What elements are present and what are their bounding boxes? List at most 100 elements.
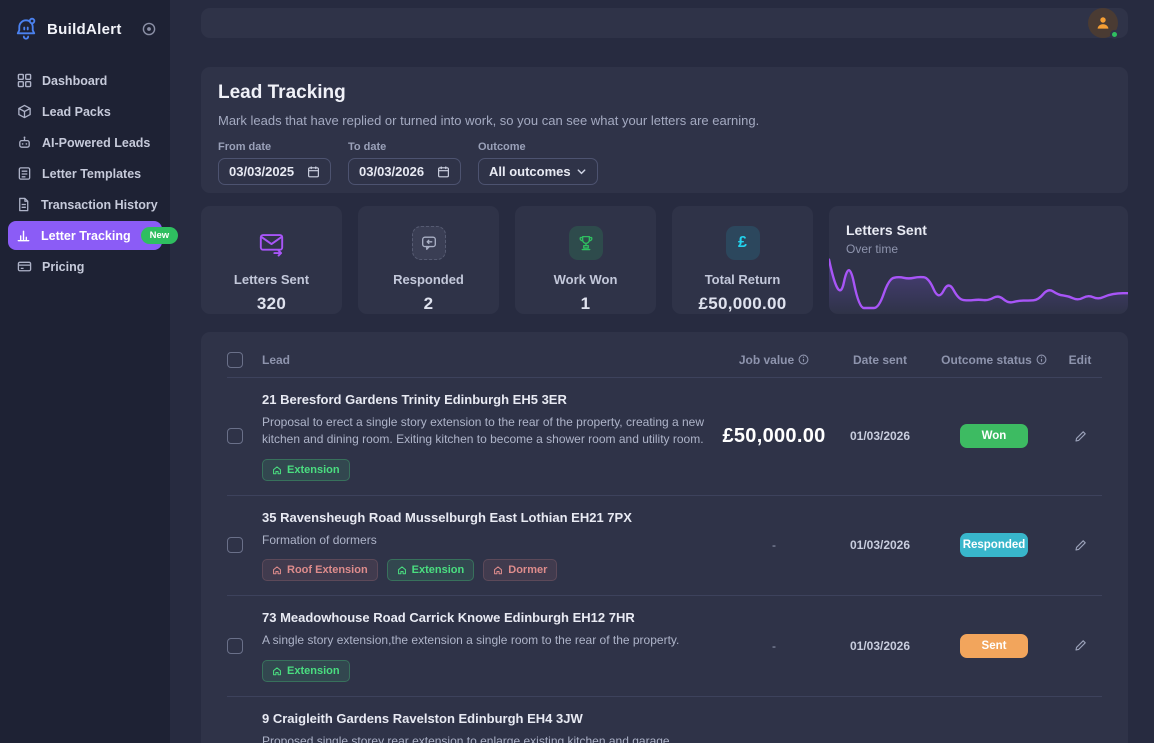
tag-label: Extension — [287, 665, 340, 677]
bar-chart-icon — [16, 228, 31, 244]
house-icon — [272, 465, 282, 475]
table-row: 21 Beresford Gardens Trinity Edinburgh E… — [227, 378, 1102, 496]
house-icon — [493, 565, 503, 575]
select-all-checkbox[interactable] — [227, 352, 243, 368]
robot-icon — [16, 135, 32, 151]
to-date-group: To date 03/03/2026 — [348, 141, 461, 185]
stat-card-letters-sent: Letters Sent 320 — [201, 206, 342, 314]
credit-card-icon — [16, 259, 32, 275]
table-row: 9 Craigleith Gardens Ravelston Edinburgh… — [227, 697, 1102, 743]
status-pill-responded[interactable]: Responded — [960, 533, 1028, 557]
th-job-value: Job value — [718, 353, 830, 367]
leads-table: Lead Job value Date sent Outcome status … — [201, 332, 1128, 743]
package-icon — [16, 104, 32, 120]
sidebar-item-dashboard[interactable]: Dashboard — [8, 66, 162, 95]
date-sent: 01/03/2026 — [850, 538, 910, 552]
job-value: - — [772, 538, 776, 552]
to-date-label: To date — [348, 141, 461, 153]
from-date-input[interactable]: 03/03/2025 — [218, 158, 331, 185]
outcome-select[interactable]: All outcomes — [478, 158, 598, 185]
table-row: 35 Ravensheugh Road Musselburgh East Lot… — [227, 496, 1102, 596]
sidebar-item-letter-templates[interactable]: Letter Templates — [8, 159, 162, 188]
lead-description: Proposal to erect a single story extensi… — [262, 414, 706, 449]
sidebar-item-lead-packs[interactable]: Lead Packs — [8, 97, 162, 126]
pound-icon: £ — [726, 226, 760, 260]
letter-templates-icon — [16, 166, 32, 182]
from-date-group: From date 03/03/2025 — [218, 141, 331, 185]
user-avatar[interactable] — [1088, 8, 1118, 38]
stat-label: Total Return — [705, 272, 781, 287]
to-date-input[interactable]: 03/03/2026 — [348, 158, 461, 185]
chart-header: Letters Sent Over time — [846, 222, 927, 256]
sidebar-nav: Dashboard Lead Packs AI-Powered Leads Le… — [0, 66, 170, 281]
edit-pencil-icon[interactable] — [1074, 430, 1087, 443]
status-pill-won[interactable]: Won — [960, 424, 1028, 448]
nav-label: Letter Tracking — [41, 229, 131, 243]
dashboard-icon — [16, 73, 32, 89]
stat-label: Letters Sent — [234, 272, 309, 287]
letters-sent-chart-card: Letters Sent Over time — [829, 206, 1128, 314]
tag-extension: Extension — [262, 660, 350, 682]
th-lead-label: Lead — [262, 353, 290, 367]
sidebar-item-letter-tracking[interactable]: Letter Tracking New — [8, 221, 162, 250]
th-edit: Edit — [1058, 353, 1102, 367]
house-icon — [272, 666, 282, 676]
calendar-icon — [437, 165, 450, 178]
stat-label: Responded — [393, 272, 464, 287]
sidebar-item-transaction-history[interactable]: Transaction History — [8, 190, 162, 219]
row-checkbox[interactable] — [227, 428, 243, 444]
status-pill-sent[interactable]: Sent — [960, 634, 1028, 658]
outcome-value: All outcomes — [489, 164, 571, 179]
edit-pencil-icon[interactable] — [1074, 539, 1087, 552]
th-date-sent-label: Date sent — [853, 353, 907, 367]
th-job-value-label: Job value — [739, 353, 794, 367]
nav-label: Transaction History — [41, 198, 158, 212]
th-date-sent: Date sent — [830, 353, 930, 367]
tag-label: Extension — [287, 464, 340, 476]
lead-title: 73 Meadowhouse Road Carrick Knowe Edinbu… — [262, 610, 706, 625]
tag-roof-extension: Roof Extension — [262, 559, 378, 581]
sidebar-item-pricing[interactable]: Pricing — [8, 252, 162, 281]
topbar — [201, 8, 1128, 38]
lead-tracking-panel: Lead Tracking Mark leads that have repli… — [201, 67, 1128, 193]
mail-sent-icon — [255, 226, 289, 260]
from-date-value: 03/03/2025 — [229, 164, 294, 179]
outcome-group: Outcome All outcomes — [478, 141, 598, 185]
info-icon[interactable] — [798, 354, 809, 365]
row-checkbox[interactable] — [227, 638, 243, 654]
filters-row: From date 03/03/2025 To date 03/03/2026 — [218, 141, 1111, 185]
sidebar-collapse-icon[interactable] — [142, 21, 158, 37]
edit-pencil-icon[interactable] — [1074, 639, 1087, 652]
stat-label: Work Won — [554, 272, 618, 287]
info-icon[interactable] — [1036, 354, 1047, 365]
tag-extension: Extension — [387, 559, 475, 581]
calendar-icon — [307, 165, 320, 178]
message-reply-icon — [412, 226, 446, 260]
chart-title: Letters Sent — [846, 222, 927, 238]
stat-value: 2 — [424, 294, 434, 314]
tag-dormer: Dormer — [483, 559, 557, 581]
date-sent: 01/03/2026 — [850, 639, 910, 653]
tag-label: Extension — [412, 564, 465, 576]
nav-label: Pricing — [42, 260, 154, 274]
stat-card-total-return: £ Total Return £50,000.00 — [672, 206, 813, 314]
th-outcome-status: Outcome status — [930, 353, 1058, 367]
job-value: - — [772, 639, 776, 653]
nav-label: Letter Templates — [42, 167, 154, 181]
lead-description: A single story extension,the extension a… — [262, 632, 706, 649]
page-title: Lead Tracking — [218, 82, 1111, 104]
lead-tags: Roof Extension Extension Dormer — [262, 559, 706, 581]
outcome-label: Outcome — [478, 141, 598, 153]
sidebar-item-ai-powered-leads[interactable]: AI-Powered Leads — [8, 128, 162, 157]
online-status-dot — [1110, 30, 1119, 39]
house-icon — [272, 565, 282, 575]
nav-label: Lead Packs — [42, 105, 154, 119]
row-checkbox[interactable] — [227, 537, 243, 553]
page-subtitle: Mark leads that have replied or turned i… — [218, 113, 1111, 128]
stat-value: 1 — [581, 294, 591, 314]
from-date-label: From date — [218, 141, 331, 153]
lead-tags: Extension — [262, 660, 706, 682]
lead-title: 9 Craigleith Gardens Ravelston Edinburgh… — [262, 711, 706, 726]
table-header-row: Lead Job value Date sent Outcome status … — [227, 342, 1102, 378]
sidebar: BuildAlert Dashboard Lead Packs AI-Power… — [0, 0, 170, 743]
